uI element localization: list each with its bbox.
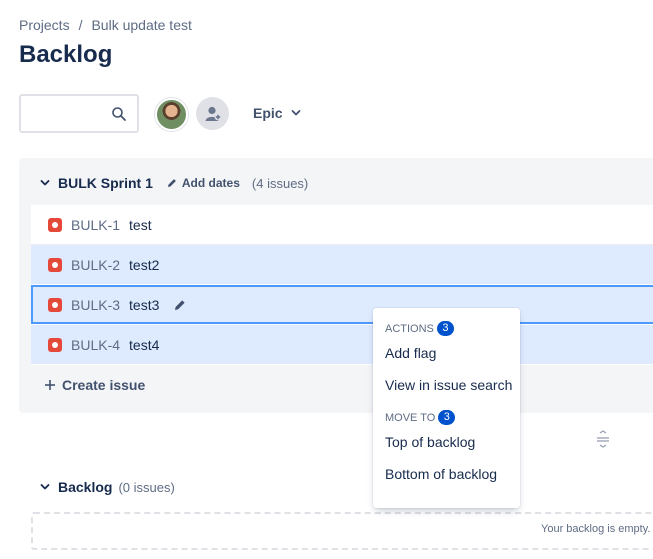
issue-summary: test3: [129, 296, 160, 313]
issue-summary: test2: [129, 256, 160, 273]
issue-row-bulk-3[interactable]: BULK-3 test3: [31, 285, 653, 325]
edit-summary-button[interactable]: [173, 298, 187, 312]
issue-key[interactable]: BULK-1: [71, 217, 120, 233]
breadcrumb: Projects / Bulk update test: [19, 17, 192, 33]
sprint-name: BULK Sprint 1: [58, 175, 153, 191]
resize-handle-icon[interactable]: [595, 430, 611, 448]
backlog-empty-text: Your backlog is empty.: [541, 523, 651, 535]
add-flag-menu-item[interactable]: Add flag: [373, 337, 520, 369]
move-to-section-heading: MOVE TO 3: [373, 410, 520, 425]
search-icon: [112, 107, 126, 121]
issue-row-bulk-4[interactable]: BULK-4 test4: [31, 325, 653, 365]
sprint-issue-list: BULK-1 test BULK-2 test2 BULK-3 test3 BU…: [31, 205, 653, 365]
chevron-down-icon: [291, 110, 300, 116]
bug-icon: [48, 337, 62, 352]
create-issue-button[interactable]: Create issue: [44, 377, 145, 393]
breadcrumb-board-link[interactable]: Bulk update test: [91, 17, 191, 33]
issue-row-bulk-2[interactable]: BULK-2 test2: [31, 245, 653, 285]
bug-icon: [48, 217, 62, 232]
avatar[interactable]: [155, 98, 188, 131]
backlog-header: Backlog (0 issues): [40, 478, 175, 496]
actions-heading-label: ACTIONS: [385, 322, 434, 335]
issue-key[interactable]: BULK-3: [71, 297, 120, 313]
breadcrumb-separator: /: [78, 17, 83, 33]
bottom-of-backlog-menu-item[interactable]: Bottom of backlog: [373, 458, 520, 490]
chevron-down-icon[interactable]: [40, 178, 50, 188]
add-dates-button[interactable]: Add dates: [166, 176, 240, 190]
view-in-issue-search-menu-item[interactable]: View in issue search: [373, 369, 520, 401]
issue-row-bulk-1[interactable]: BULK-1 test: [31, 205, 653, 245]
add-people-button[interactable]: [196, 97, 229, 130]
sprint-header: BULK Sprint 1 Add dates (4 issues): [40, 174, 308, 192]
context-menu: ACTIONS 3 Add flag View in issue search …: [373, 308, 520, 508]
epic-filter-label: Epic: [253, 105, 283, 121]
issue-key[interactable]: BULK-4: [71, 337, 120, 353]
issue-summary: test: [129, 216, 152, 233]
backlog-issue-count: (0 issues): [118, 479, 175, 495]
add-dates-label: Add dates: [181, 176, 240, 190]
issue-summary: test4: [129, 336, 160, 353]
move-to-heading-label: MOVE TO: [385, 411, 436, 424]
bug-icon: [48, 297, 62, 312]
page-title: Backlog: [19, 41, 113, 68]
epic-filter-dropdown[interactable]: Epic: [253, 105, 301, 121]
search-input[interactable]: [19, 94, 139, 133]
add-person-icon: [205, 106, 222, 121]
move-to-count-badge: 3: [438, 410, 456, 425]
issue-key[interactable]: BULK-2: [71, 257, 120, 273]
top-of-backlog-menu-item[interactable]: Top of backlog: [373, 426, 520, 458]
breadcrumb-projects-link[interactable]: Projects: [19, 17, 70, 33]
actions-section-heading: ACTIONS 3: [373, 321, 520, 336]
pencil-icon: [175, 299, 185, 310]
bug-icon: [48, 257, 62, 272]
actions-count-badge: 3: [436, 321, 454, 336]
pencil-icon: [167, 179, 176, 187]
create-issue-label: Create issue: [62, 377, 146, 393]
plus-icon: [45, 380, 55, 390]
chevron-down-icon[interactable]: [40, 482, 50, 492]
sprint-issue-count: (4 issues): [251, 175, 309, 191]
backlog-title: Backlog: [58, 479, 113, 495]
